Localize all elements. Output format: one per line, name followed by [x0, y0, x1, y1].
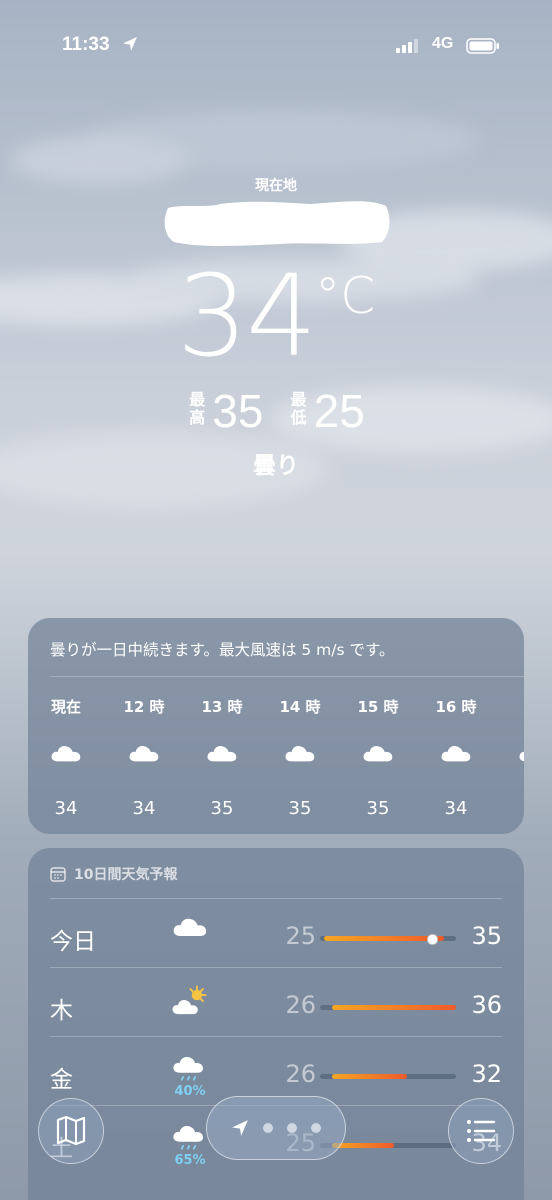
day-row[interactable]: 今日 25 35 [28, 900, 524, 968]
day-name: 金 [50, 1067, 73, 1093]
ten-day-header: 10日間天気予報 [50, 864, 177, 884]
day-high: 32 [471, 1060, 502, 1088]
low-group: 最低 25 [289, 388, 365, 434]
hour-label: 現在 [50, 698, 81, 716]
status-time: 11:33 [62, 34, 110, 55]
cloud-icon [192, 742, 252, 767]
day-high: 35 [471, 922, 502, 950]
network-type: 4G [432, 35, 454, 52]
high-low: 最高 35 最低 25 [0, 388, 552, 434]
cloud-icon [168, 914, 212, 942]
hour-label: 15 時 [357, 698, 399, 716]
low-value: 25 [313, 385, 365, 437]
list-icon [466, 1119, 495, 1142]
temperature-range-track [320, 1005, 456, 1010]
battery-icon [466, 38, 499, 54]
page-indicator[interactable] [206, 1096, 346, 1160]
hour-item: 1 [504, 618, 524, 834]
page-dot[interactable] [263, 1123, 273, 1133]
calendar-icon [50, 867, 66, 882]
temperature-range-bar [323, 936, 444, 941]
hour-item: 15 時 35 [348, 618, 408, 834]
high-label: 最高 [189, 390, 206, 427]
location-services-icon [123, 37, 137, 51]
hour-label: 14 時 [279, 698, 321, 716]
row-divider [50, 1036, 502, 1037]
temperature-range-bar [332, 1074, 407, 1079]
low-label: 最低 [290, 390, 307, 427]
redacted-location-name [164, 201, 390, 246]
row-divider [50, 967, 502, 968]
hourly-forecast-card[interactable]: 曇りが一日中続きます。最大風速は 5 m/s です。 現在 34 12 時 34 13 … [28, 618, 524, 834]
hour-temperature: 35 [210, 798, 234, 819]
temperature-unit: °C [315, 267, 376, 325]
map-icon [56, 1115, 85, 1145]
temperature-range-bar [332, 1005, 456, 1010]
cloud-icon [426, 742, 486, 767]
cloud-icon [504, 742, 524, 767]
day-low: 26 [285, 1060, 316, 1088]
ten-day-title: 10日間天気予報 [74, 867, 178, 883]
location-list-button[interactable] [448, 1098, 514, 1164]
hour-item: 14 時 35 [270, 618, 330, 834]
hour-temperature: 34 [54, 798, 78, 819]
day-low: 26 [285, 991, 316, 1019]
hour-label: 16 時 [435, 698, 477, 716]
location-arrow-icon [232, 1120, 248, 1136]
hour-label: 1 [504, 696, 524, 714]
condition-text: 曇り [253, 453, 299, 479]
hour-item: 13 時 35 [192, 618, 252, 834]
high-value: 35 [212, 385, 264, 437]
hour-temperature: 34 [444, 798, 468, 819]
page-dot[interactable] [311, 1123, 321, 1133]
sun-cloud-icon [168, 983, 212, 1025]
day-high: 36 [471, 991, 502, 1019]
map-button[interactable] [38, 1098, 104, 1164]
precipitation-chance: 40% [174, 1084, 206, 1099]
cloud-icon [348, 742, 408, 767]
page-dot[interactable] [287, 1123, 297, 1133]
day-row[interactable]: 木 26 36 [28, 969, 524, 1037]
location-label: 現在地 [255, 178, 297, 194]
cloud-icon [114, 742, 174, 767]
current-temperature-dot [427, 934, 439, 945]
hour-item: 現在 34 [36, 618, 96, 834]
temperature-range-track [320, 934, 456, 945]
signal-strength-icon [396, 39, 418, 53]
hour-temperature: 34 [132, 798, 156, 819]
precipitation-chance: 65% [174, 1153, 206, 1168]
status-bar: 11:33 4G [0, 30, 552, 60]
day-low: 25 [285, 922, 316, 950]
current-temperature: 34°C [0, 252, 552, 382]
hour-temperature: 35 [288, 798, 312, 819]
hour-item: 12 時 34 [114, 618, 174, 834]
temperature-value: 34 [176, 252, 318, 382]
hour-label: 12 時 [123, 698, 165, 716]
temperature-range-track [320, 1074, 456, 1079]
hour-label: 13 時 [201, 698, 243, 716]
high-group: 最高 35 [187, 388, 263, 434]
hour-item: 16 時 34 [426, 618, 486, 834]
hour-temperature: 35 [366, 798, 390, 819]
cloud-icon [270, 742, 330, 767]
cloud-icon [36, 742, 96, 767]
day-name: 木 [50, 998, 73, 1024]
card-divider [50, 898, 502, 899]
day-name: 今日 [50, 929, 96, 955]
